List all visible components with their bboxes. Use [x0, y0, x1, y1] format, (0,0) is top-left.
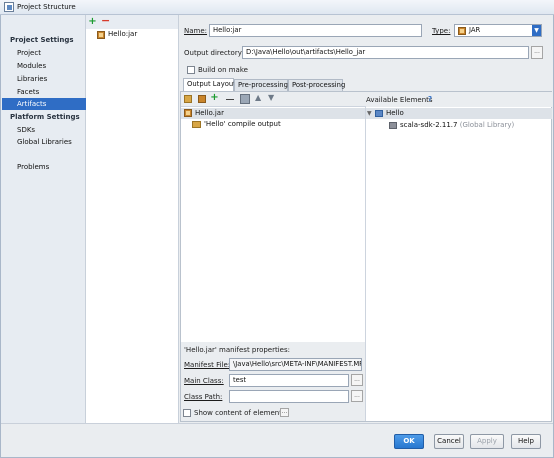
tab-pre-processing[interactable]: Pre-processing	[234, 79, 288, 91]
nav-item-sdks[interactable]: SDKs	[2, 124, 86, 136]
minus-icon[interactable]: −	[101, 15, 110, 26]
help-button[interactable]: Help	[511, 434, 541, 449]
window-titlebar: Project Structure	[0, 0, 554, 15]
manifest-file-label: Manifest File:	[184, 361, 231, 369]
main-class-input[interactable]: test	[229, 374, 349, 387]
jar-icon	[97, 31, 105, 39]
nav-item-label: Project	[17, 49, 41, 57]
manifest-properties: 'Hello.jar' manifest properties: Manifes…	[181, 342, 366, 421]
nav-item-artifacts[interactable]: Artifacts	[2, 98, 86, 110]
nav-item-label: Artifacts	[17, 100, 47, 108]
browse-output-button[interactable]: ...	[531, 46, 543, 59]
class-path-label: Class Path:	[184, 393, 223, 401]
manifest-title: 'Hello.jar' manifest properties:	[184, 346, 290, 354]
nav-item-global-libraries[interactable]: Global Libraries	[2, 136, 86, 148]
remove-icon[interactable]	[226, 99, 234, 100]
artifact-item-label: Hello:jar	[108, 30, 138, 38]
jar-icon	[184, 109, 192, 117]
move-up-icon[interactable]: ▲	[255, 93, 261, 102]
plus-icon[interactable]: +	[88, 17, 97, 27]
layout-child-row[interactable]: 'Hello' compile output	[191, 119, 361, 130]
nav-section-platform-settings: Platform Settings	[10, 113, 80, 121]
manifest-file-input[interactable]: \Java\Hello\src\META-INF\MANIFEST.MF	[229, 358, 362, 371]
layout-child-label: 'Hello' compile output	[204, 120, 281, 128]
layout-root-label: Hello.jar	[195, 109, 224, 117]
library-icon	[389, 122, 397, 129]
nav-item-modules[interactable]: Modules	[2, 60, 86, 72]
tab-post-processing[interactable]: Post-processing	[288, 79, 345, 91]
available-header: Available Elements ?	[366, 92, 552, 107]
class-path-browse-button[interactable]: ...	[351, 390, 363, 402]
library-suffix: (Global Library)	[457, 121, 515, 129]
type-select-value: JAR	[469, 26, 481, 34]
nav-item-label: Facets	[17, 88, 40, 96]
layout-root-row[interactable]: Hello.jar	[181, 108, 365, 119]
artifact-list-panel: + − Hello:jar	[86, 15, 179, 423]
nav-item-label: Global Libraries	[17, 138, 72, 146]
available-root-row[interactable]: ▼ Hello	[366, 108, 552, 119]
nav-item-label: Libraries	[17, 75, 48, 83]
extract-icon[interactable]	[240, 94, 250, 104]
nav-section-project-settings: Project Settings	[10, 36, 74, 44]
nav-item-libraries[interactable]: Libraries	[2, 73, 86, 85]
name-input[interactable]: Hello:jar	[209, 24, 422, 37]
build-on-make-label: Build on make	[198, 66, 248, 74]
show-content-options-button[interactable]: ...	[280, 408, 289, 417]
tab-output-layout[interactable]: Output Layout	[183, 78, 236, 91]
class-path-input[interactable]	[229, 390, 349, 403]
type-select[interactable]: JAR ▼	[454, 24, 542, 37]
available-elements-pane: Available Elements ? ▼ Hello scala-sdk-2…	[366, 92, 552, 421]
window-title: Project Structure	[17, 3, 76, 11]
cancel-button[interactable]: Cancel	[434, 434, 464, 449]
nav-item-label: Modules	[17, 62, 47, 70]
main-class-label: Main Class:	[184, 377, 224, 385]
name-label: Name:	[184, 27, 208, 35]
available-title: Available Elements	[366, 96, 433, 104]
jar-icon	[458, 27, 466, 35]
build-on-make-checkbox[interactable]	[187, 66, 195, 74]
main-class-browse-button[interactable]: ...	[351, 374, 363, 386]
artifact-item-hello-jar[interactable]: Hello:jar	[96, 29, 176, 40]
nav-item-label: Problems	[17, 163, 50, 171]
available-library-row[interactable]: scala-sdk-2.11.7 (Global Library)	[388, 120, 548, 131]
ok-button[interactable]: OK	[394, 434, 424, 449]
button-bar: OK Cancel Apply Help	[1, 423, 553, 457]
artifact-editor: Name: Hello:jar Type: JAR ▼ Output direc…	[179, 15, 553, 423]
show-content-label: Show content of elements	[194, 409, 286, 417]
app-icon	[4, 2, 14, 12]
nav-item-facets[interactable]: Facets	[2, 86, 86, 98]
create-directory-icon[interactable]	[184, 95, 192, 103]
expand-arrow-icon[interactable]: ▼	[367, 108, 372, 119]
chevron-down-icon[interactable]: ▼	[532, 25, 541, 36]
available-root-label: Hello	[386, 109, 404, 117]
add-archive-icon[interactable]	[198, 95, 206, 103]
output-dir-label: Output directory:	[184, 49, 244, 57]
help-icon[interactable]: ?	[428, 95, 432, 103]
library-name: scala-sdk-2.11.7	[400, 121, 458, 129]
nav-item-project[interactable]: Project	[2, 47, 86, 59]
plus-icon[interactable]: +	[210, 93, 219, 103]
apply-button[interactable]: Apply	[470, 434, 504, 449]
show-content-checkbox[interactable]	[183, 409, 191, 417]
nav-item-problems[interactable]: Problems	[2, 161, 86, 173]
nav-item-label: SDKs	[17, 126, 36, 134]
output-dir-input[interactable]: D:\Java\Hello\out\artifacts\Hello_jar	[242, 46, 529, 59]
layout-toolbar: + ▲ ▼	[181, 92, 366, 107]
nav-toolbar	[2, 16, 86, 30]
settings-nav: Project Settings Project Modules Librari…	[1, 15, 86, 423]
artifact-toolbar: + −	[86, 15, 178, 29]
output-layout-panel: + ▲ ▼ Hello.jar 'Hello' compile output '…	[180, 91, 552, 422]
layout-tree-pane: + ▲ ▼ Hello.jar 'Hello' compile output	[181, 92, 366, 342]
type-label: Type:	[432, 27, 451, 35]
folder-icon	[192, 121, 201, 128]
module-icon	[375, 110, 383, 117]
move-down-icon[interactable]: ▼	[268, 93, 274, 102]
